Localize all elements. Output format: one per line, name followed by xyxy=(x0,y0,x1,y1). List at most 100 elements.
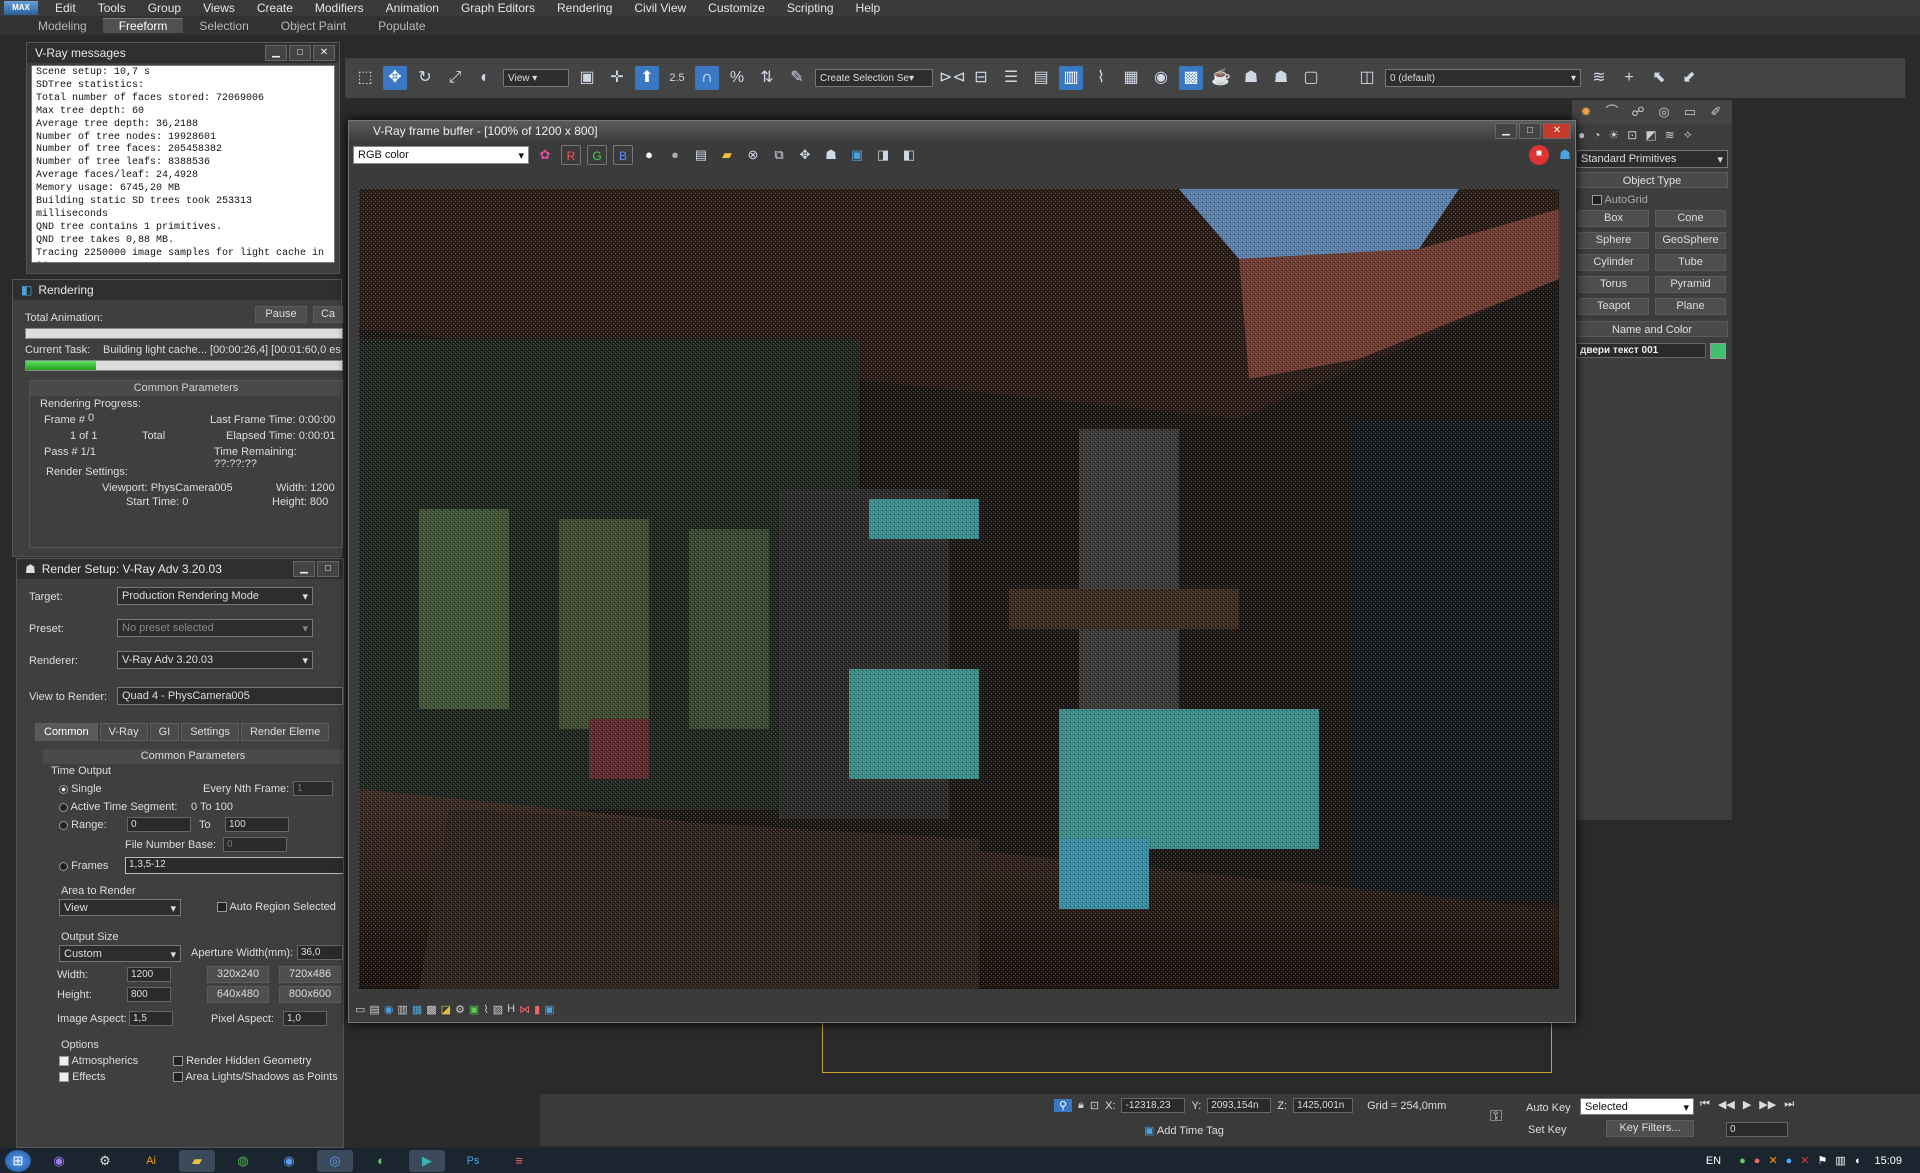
common-params-head[interactable]: Common Parameters xyxy=(30,381,342,396)
cylinder-button[interactable]: Cylinder xyxy=(1578,254,1649,271)
active-segment-radio[interactable] xyxy=(59,802,68,812)
link-icon[interactable]: ◨ xyxy=(873,145,893,165)
vfb-bottom-icon[interactable]: ▤ xyxy=(369,1003,379,1016)
vfb-bottom-icon[interactable]: ▥ xyxy=(397,1003,407,1016)
tray-icon[interactable]: ✕ xyxy=(1800,1154,1809,1167)
align-icon[interactable]: ⊟ xyxy=(969,66,993,90)
view-to-render-dropdown[interactable]: Quad 4 - PhysCamera005 xyxy=(117,687,343,705)
minimize-icon[interactable]: ▁ xyxy=(1495,123,1517,139)
sphere-button[interactable]: Sphere xyxy=(1578,232,1649,249)
atmospherics-row[interactable]: Atmospherics xyxy=(59,1055,138,1067)
color-picker-icon[interactable]: ✿ xyxy=(535,145,555,165)
3dsmax-icon[interactable]: ▶ xyxy=(409,1149,445,1172)
helpers-icon[interactable]: ◩ xyxy=(1645,128,1656,142)
preset-dropdown[interactable]: No preset selected ▾ xyxy=(117,619,313,637)
track-mouse-icon[interactable]: ✥ xyxy=(795,145,815,165)
preset-720x486-button[interactable]: 720x486 xyxy=(279,966,341,983)
render-hidden-checkbox[interactable] xyxy=(173,1056,183,1067)
range-to-field[interactable]: 100 xyxy=(225,817,289,832)
region-render-icon[interactable]: ▣ xyxy=(847,145,867,165)
tab-selection[interactable]: Selection xyxy=(183,19,264,33)
percent-snap-icon[interactable]: % xyxy=(725,66,749,90)
tab-object-paint[interactable]: Object Paint xyxy=(265,19,362,33)
rendered-image[interactable] xyxy=(359,189,1559,989)
edit-named-selection-icon[interactable]: ✎ xyxy=(785,66,809,90)
menu-group[interactable]: Group xyxy=(137,1,192,15)
menu-modifiers[interactable]: Modifiers xyxy=(304,1,375,15)
menu-help[interactable]: Help xyxy=(845,1,892,15)
next-frame-icon[interactable]: ▶▶ xyxy=(1759,1098,1776,1111)
vfb-bottom-icon[interactable]: ▦ xyxy=(412,1003,422,1016)
language-indicator[interactable]: EN xyxy=(1706,1155,1721,1167)
chrome-icon[interactable]: ◍ xyxy=(225,1150,261,1172)
layer-dropdown[interactable]: 0 (default) ▾ xyxy=(1385,69,1581,87)
pin-icon[interactable]: ⚲ xyxy=(1054,1099,1072,1112)
motion-tab-icon[interactable]: ◎ xyxy=(1654,102,1674,122)
render-iterative-icon[interactable]: ☗ xyxy=(1269,66,1293,90)
atmospherics-checkbox[interactable] xyxy=(59,1056,69,1067)
set-key-button[interactable]: Set Key xyxy=(1528,1124,1567,1136)
material-editor-icon[interactable]: ◉ xyxy=(1149,66,1173,90)
vfb-bottom-icon[interactable]: ▣ xyxy=(544,1003,554,1016)
pyramid-button[interactable]: Pyramid xyxy=(1655,276,1726,293)
teapot-button[interactable]: Teapot xyxy=(1578,298,1649,315)
tab-modeling[interactable]: Modeling xyxy=(22,19,103,33)
select-manipulate-icon[interactable]: ✛ xyxy=(605,66,629,90)
common-params-rollout[interactable]: Common Parameters xyxy=(43,749,343,764)
geosphere-button[interactable]: GeoSphere xyxy=(1655,232,1726,249)
key-filters-button[interactable]: Key Filters... xyxy=(1606,1120,1694,1137)
tab-settings[interactable]: Settings xyxy=(181,723,239,741)
channel-dropdown[interactable]: RGB color ▾ xyxy=(353,146,529,164)
tab-common[interactable]: Common xyxy=(35,723,98,741)
target-dropdown[interactable]: Production Rendering Mode ▾ xyxy=(117,587,313,605)
taskbar-app-icon[interactable]: ◎ xyxy=(317,1149,353,1172)
absolute-mode-icon[interactable]: ⊡ xyxy=(1090,1099,1099,1112)
keyboard-shortcut-icon[interactable]: ⬆ xyxy=(635,66,659,90)
cameras-icon[interactable]: ⊡ xyxy=(1627,128,1637,142)
geometry-icon[interactable]: ● xyxy=(1578,128,1585,142)
save-image-icon[interactable]: ▤ xyxy=(691,145,711,165)
autogrid-row[interactable]: AutoGrid xyxy=(1572,192,1732,208)
render-setup-icon[interactable]: ▩ xyxy=(1179,66,1203,90)
taskbar-app-icon[interactable]: ⚙ xyxy=(87,1150,123,1172)
pause-button[interactable]: Pause xyxy=(255,306,307,323)
maximize-icon[interactable]: □ xyxy=(289,45,311,61)
spacewarps-icon[interactable]: ≋ xyxy=(1665,128,1675,142)
angle-snap-icon[interactable]: ∩ xyxy=(695,66,719,90)
renderer-dropdown[interactable]: V-Ray Adv 3.20.03 ▾ xyxy=(117,651,313,669)
render-setup-titlebar[interactable]: ☗ Render Setup: V-Ray Adv 3.20.03 ▁ □ xyxy=(17,559,343,579)
close-icon[interactable]: ✕ xyxy=(1543,123,1571,139)
network-icon[interactable]: ▥ xyxy=(1835,1154,1845,1167)
maximize-icon[interactable]: □ xyxy=(1519,123,1541,139)
select-layer-icon[interactable]: ⬋ xyxy=(1677,66,1701,90)
go-to-start-icon[interactable]: ⏮ xyxy=(1700,1098,1710,1111)
mono-icon[interactable]: ● xyxy=(665,145,685,165)
preset-640x480-button[interactable]: 640x480 xyxy=(207,986,269,1003)
x-coordinate-field[interactable]: -12318,23 xyxy=(1121,1098,1186,1113)
taskbar-app-icon[interactable]: ◐ xyxy=(363,1150,399,1172)
load-image-icon[interactable]: ▰ xyxy=(717,145,737,165)
lock-icon[interactable]: 🔒︎ xyxy=(1078,1099,1084,1112)
preset-800x600-button[interactable]: 800x600 xyxy=(279,986,341,1003)
width-field[interactable]: 1200 xyxy=(127,967,171,982)
tray-icon[interactable]: ● xyxy=(1786,1155,1793,1167)
image-aspect-field[interactable]: 1,5 xyxy=(129,1011,173,1026)
pivot-icon[interactable]: ▣ xyxy=(575,66,599,90)
render-hidden-row[interactable]: Render Hidden Geometry xyxy=(173,1055,311,1067)
go-to-end-icon[interactable]: ⏭ xyxy=(1784,1098,1794,1111)
flag-icon[interactable]: ⚑ xyxy=(1818,1154,1828,1167)
menu-animation[interactable]: Animation xyxy=(375,1,450,15)
layer-add-icon[interactable]: ≋ xyxy=(1587,66,1611,90)
object-color-swatch[interactable] xyxy=(1710,343,1726,359)
minimize-icon[interactable]: ▁ xyxy=(265,45,287,61)
menu-rendering[interactable]: Rendering xyxy=(546,1,623,15)
range-from-field[interactable]: 0 xyxy=(127,817,191,832)
vfb-bottom-icon[interactable]: ⌇ xyxy=(483,1003,488,1016)
single-radio[interactable] xyxy=(59,784,68,794)
scale-icon[interactable]: ⤢ xyxy=(443,66,467,90)
vfb-bottom-icon[interactable]: ▣ xyxy=(469,1003,479,1016)
utilities-tab-icon[interactable]: ✐ xyxy=(1706,102,1726,122)
z-coordinate-field[interactable]: 1425,001n xyxy=(1293,1098,1354,1113)
area-to-render-dropdown[interactable]: View ▾ xyxy=(59,899,181,916)
create-tab-icon[interactable]: ✹ xyxy=(1576,102,1596,122)
